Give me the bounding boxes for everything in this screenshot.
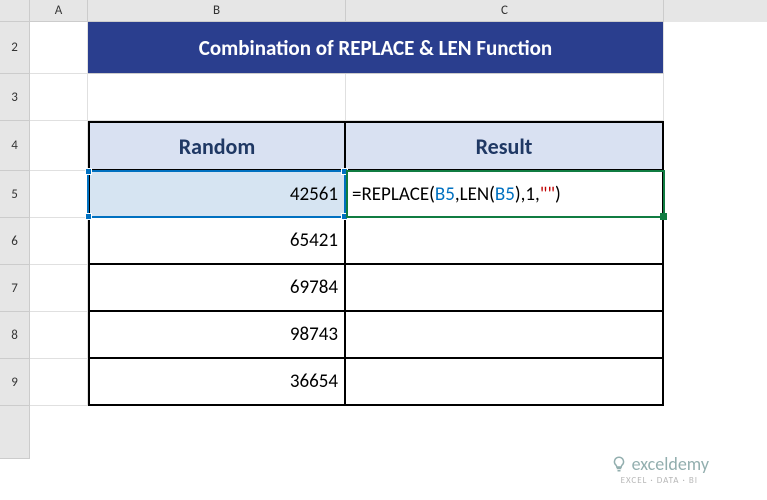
lightbulb-icon (610, 455, 628, 473)
cell-C9[interactable] (346, 359, 664, 406)
cell-A6[interactable] (30, 218, 88, 265)
row-10-area (0, 406, 767, 459)
col-header-C[interactable]: C (346, 0, 664, 22)
cell-A3[interactable] (30, 74, 88, 121)
row-9: 9 36654 (0, 359, 767, 406)
row-2: 2 Combination of REPLACE & LEN Function (0, 22, 767, 74)
formula-num: 1 (525, 183, 535, 206)
cell-A7[interactable] (30, 265, 88, 312)
formula-text-3: ), (515, 183, 526, 206)
row-header-8[interactable]: 8 (0, 312, 30, 359)
row-8: 8 98743 (0, 312, 767, 359)
row-header-7[interactable]: 7 (0, 265, 30, 312)
cell-B6[interactable]: 65421 (88, 218, 346, 265)
cell-B9[interactable]: 36654 (88, 359, 346, 406)
formula-ref-1: B5 (435, 183, 455, 206)
column-header-row: A B C (0, 0, 767, 22)
row-header-5[interactable]: 5 (0, 171, 30, 218)
watermark-brand: exceldemy (632, 453, 709, 475)
row-header-3[interactable]: 3 (0, 74, 30, 121)
spreadsheet-grid: A B C 2 Combination of REPLACE & LEN Fun… (0, 0, 767, 500)
row-5: 5 42561 =REPLACE(B5,LEN(B5),1,"") (0, 171, 767, 218)
watermark-tag: EXCEL · DATA · BI (621, 475, 698, 486)
cell-B3[interactable] (88, 74, 346, 121)
row-header-9[interactable]: 9 (0, 359, 30, 406)
formula-text-5: ) (555, 183, 561, 206)
cell-C7[interactable] (346, 265, 664, 312)
row-6: 6 65421 (0, 218, 767, 265)
formula-string: "" (540, 183, 555, 206)
formula-ref-2: B5 (495, 183, 515, 206)
cell-A4[interactable] (30, 121, 88, 171)
cell-C3[interactable] (346, 74, 664, 121)
select-all-corner[interactable] (0, 0, 30, 22)
row-3: 3 (0, 74, 767, 121)
row-header-10-blank[interactable] (0, 406, 30, 459)
col-header-B[interactable]: B (88, 0, 346, 22)
cell-A5[interactable] (30, 171, 88, 218)
header-result[interactable]: Result (346, 121, 664, 171)
formula-text-2: ,LEN( (455, 183, 495, 206)
cell-B7[interactable]: 69784 (88, 265, 346, 312)
cell-C8[interactable] (346, 312, 664, 359)
col-header-A[interactable]: A (30, 0, 88, 22)
row-7: 7 69784 (0, 265, 767, 312)
header-random[interactable]: Random (88, 121, 346, 171)
cell-A2[interactable] (30, 22, 88, 74)
cell-B8[interactable]: 98743 (88, 312, 346, 359)
row-4: 4 Random Result (0, 121, 767, 171)
cell-C5-formula[interactable]: =REPLACE(B5,LEN(B5),1,"") (346, 171, 664, 218)
cell-C6[interactable] (346, 218, 664, 265)
formula-text-1: =REPLACE( (352, 183, 435, 206)
row-header-2[interactable]: 2 (0, 22, 30, 74)
row-header-6[interactable]: 6 (0, 218, 30, 265)
title-banner[interactable]: Combination of REPLACE & LEN Function (88, 22, 664, 74)
row-header-4[interactable]: 4 (0, 121, 30, 171)
cell-A8[interactable] (30, 312, 88, 359)
cell-B5[interactable]: 42561 (88, 171, 346, 218)
cell-A9[interactable] (30, 359, 88, 406)
watermark: exceldemy EXCEL · DATA · BI (610, 453, 709, 486)
